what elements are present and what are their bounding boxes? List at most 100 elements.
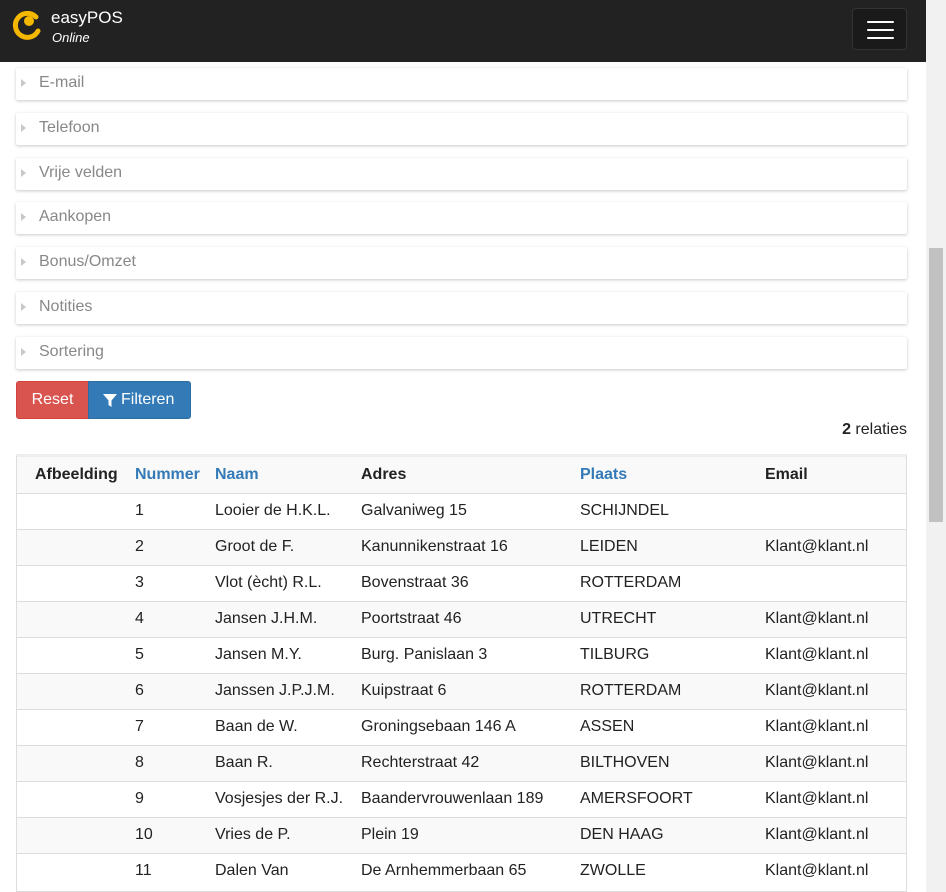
cell-naam: Dalen Van [215,852,361,889]
cell-afbeelding [17,672,135,709]
filter-icon [103,394,117,407]
table-row[interactable]: 9 Vosjesjes der R.J. Baandervrouwenlaan … [17,780,906,817]
caret-right-icon [21,213,26,222]
filter-button-label: Filteren [121,391,175,408]
column-plaats-sort[interactable]: Plaats [580,457,765,494]
brand-subtitle: Online [52,30,90,45]
caret-right-icon [21,168,26,177]
cell-nummer: 4 [135,600,215,637]
cell-naam: Janssen J.P.J.M. [215,672,361,709]
cell-nummer: 7 [135,708,215,745]
table-row[interactable]: 1 Looier de H.K.L. Galvaniweg 15 SCHIJND… [17,492,906,529]
column-afbeelding: Afbeelding [17,457,135,494]
filter-button[interactable]: Filteren [88,381,191,419]
cell-naam: Baan R. [215,744,361,781]
table-row[interactable]: 5 Jansen M.Y. Burg. Panislaan 3 TILBURG … [17,636,906,673]
table-row[interactable]: 6 Janssen J.P.J.M. Kuipstraat 6 ROTTERDA… [17,672,906,709]
cell-adres: Bovenstraat 36 [361,564,580,601]
filter-panel-bonus-omzet[interactable]: Bonus/Omzet [16,247,907,280]
cell-adres: Poortstraat 46 [361,600,580,637]
filter-panel-vrije-velden[interactable]: Vrije velden [16,157,907,190]
cell-afbeelding [17,780,135,817]
cell-plaats: TILBURG [580,636,765,673]
column-naam-sort[interactable]: Naam [215,457,361,494]
cell-naam: Jansen J.H.M. [215,600,361,637]
cell-nummer: 10 [135,816,215,853]
reset-button[interactable]: Reset [16,381,89,419]
cell-naam: Looier de H.K.L. [215,492,361,529]
cell-email: Klant@klant.nl [765,672,906,709]
caret-right-icon [21,258,26,267]
table-row[interactable]: 4 Jansen J.H.M. Poortstraat 46 UTRECHT K… [17,600,906,637]
easypos-logo-icon[interactable] [12,11,42,41]
column-adres: Adres [361,457,580,494]
cell-afbeelding [17,636,135,673]
cell-adres: Galvaniweg 15 [361,492,580,529]
result-count: 2 relaties [842,421,907,439]
cell-email: Klant@klant.nl [765,636,906,673]
filter-panels: E-mail Telefoon Vrije velden Aankopen Bo… [16,68,907,382]
cell-adres: Burg. Panislaan 3 [361,636,580,673]
cell-naam: Baan de W. [215,708,361,745]
filter-panel-aankopen[interactable]: Aankopen [16,202,907,235]
caret-right-icon [21,347,26,356]
table-row[interactable]: 11 Dalen Van De Arnhemmerbaan 65 ZWOLLE … [17,852,906,889]
filter-panel-label: Notities [39,297,93,315]
cell-plaats: UTRECHT [580,600,765,637]
cell-email: Klant@klant.nl [765,528,906,565]
table-row[interactable]: 7 Baan de W. Groningsebaan 146 A ASSEN K… [17,708,906,745]
filter-panel-email[interactable]: E-mail [16,68,907,100]
cell-email: Klant@klant.nl [765,780,906,817]
filter-panel-sortering[interactable]: Sortering [16,336,907,369]
cell-nummer: 3 [135,564,215,601]
cell-adres: Kanunnikenstraat 16 [361,528,580,565]
result-count-unit: relaties [855,421,907,438]
filter-panel-label: Bonus/Omzet [39,253,136,271]
cell-adres: Plein 19 [361,816,580,853]
cell-email: Klant@klant.nl [765,744,906,781]
cell-afbeelding [17,816,135,853]
caret-right-icon [21,79,26,87]
cell-email [765,492,906,529]
scrollbar-thumb[interactable] [929,248,943,522]
cell-adres: Groningsebaan 146 A [361,708,580,745]
cell-afbeelding [17,564,135,601]
column-email: Email [765,457,906,494]
table-row[interactable]: 2 Groot de F. Kanunnikenstraat 16 LEIDEN… [17,528,906,565]
cell-plaats: ROTTERDAM [580,672,765,709]
table-row[interactable]: 3 Vlot (ècht) R.L. Bovenstraat 36 ROTTER… [17,564,906,601]
cell-email: Klant@klant.nl [765,852,906,889]
cell-nummer: 1 [135,492,215,529]
cell-nummer: 9 [135,780,215,817]
cell-naam: Vosjesjes der R.J. [215,780,361,817]
cell-afbeelding [17,600,135,637]
table-row[interactable]: 10 Vries de P. Plein 19 DEN HAAG Klant@k… [17,816,906,853]
cell-adres: Rechterstraat 42 [361,744,580,781]
cell-adres: De Arnhemmerbaan 65 [361,852,580,889]
cell-plaats: AMERSFOORT [580,780,765,817]
relations-table: Afbeelding Nummer Naam Adres Plaats Emai… [16,454,907,892]
cell-plaats: ROTTERDAM [580,564,765,601]
menu-toggle-button[interactable] [852,8,907,50]
cell-nummer: 11 [135,852,215,889]
cell-naam: Groot de F. [215,528,361,565]
table-row[interactable]: 8 Baan R. Rechterstraat 42 BILTHOVEN Kla… [17,744,906,781]
cell-afbeelding [17,708,135,745]
brand-name[interactable]: easyPOS [51,8,123,28]
cell-plaats: ASSEN [580,708,765,745]
cell-email [765,564,906,601]
cell-plaats: BILTHOVEN [580,744,765,781]
cell-plaats: ZWOLLE [580,852,765,889]
column-nummer-sort[interactable]: Nummer [135,457,215,494]
cell-afbeelding [17,528,135,565]
cell-plaats: DEN HAAG [580,816,765,853]
caret-right-icon [21,302,26,311]
filter-panel-notities[interactable]: Notities [16,291,907,324]
cell-nummer: 2 [135,528,215,565]
filter-panel-label: Aankopen [39,208,112,226]
cell-afbeelding [17,492,135,529]
filter-panel-telefoon[interactable]: Telefoon [16,112,907,145]
page-scrollbar[interactable] [926,0,946,892]
cell-naam: Vlot (ècht) R.L. [215,564,361,601]
cell-plaats: LEIDEN [580,528,765,565]
